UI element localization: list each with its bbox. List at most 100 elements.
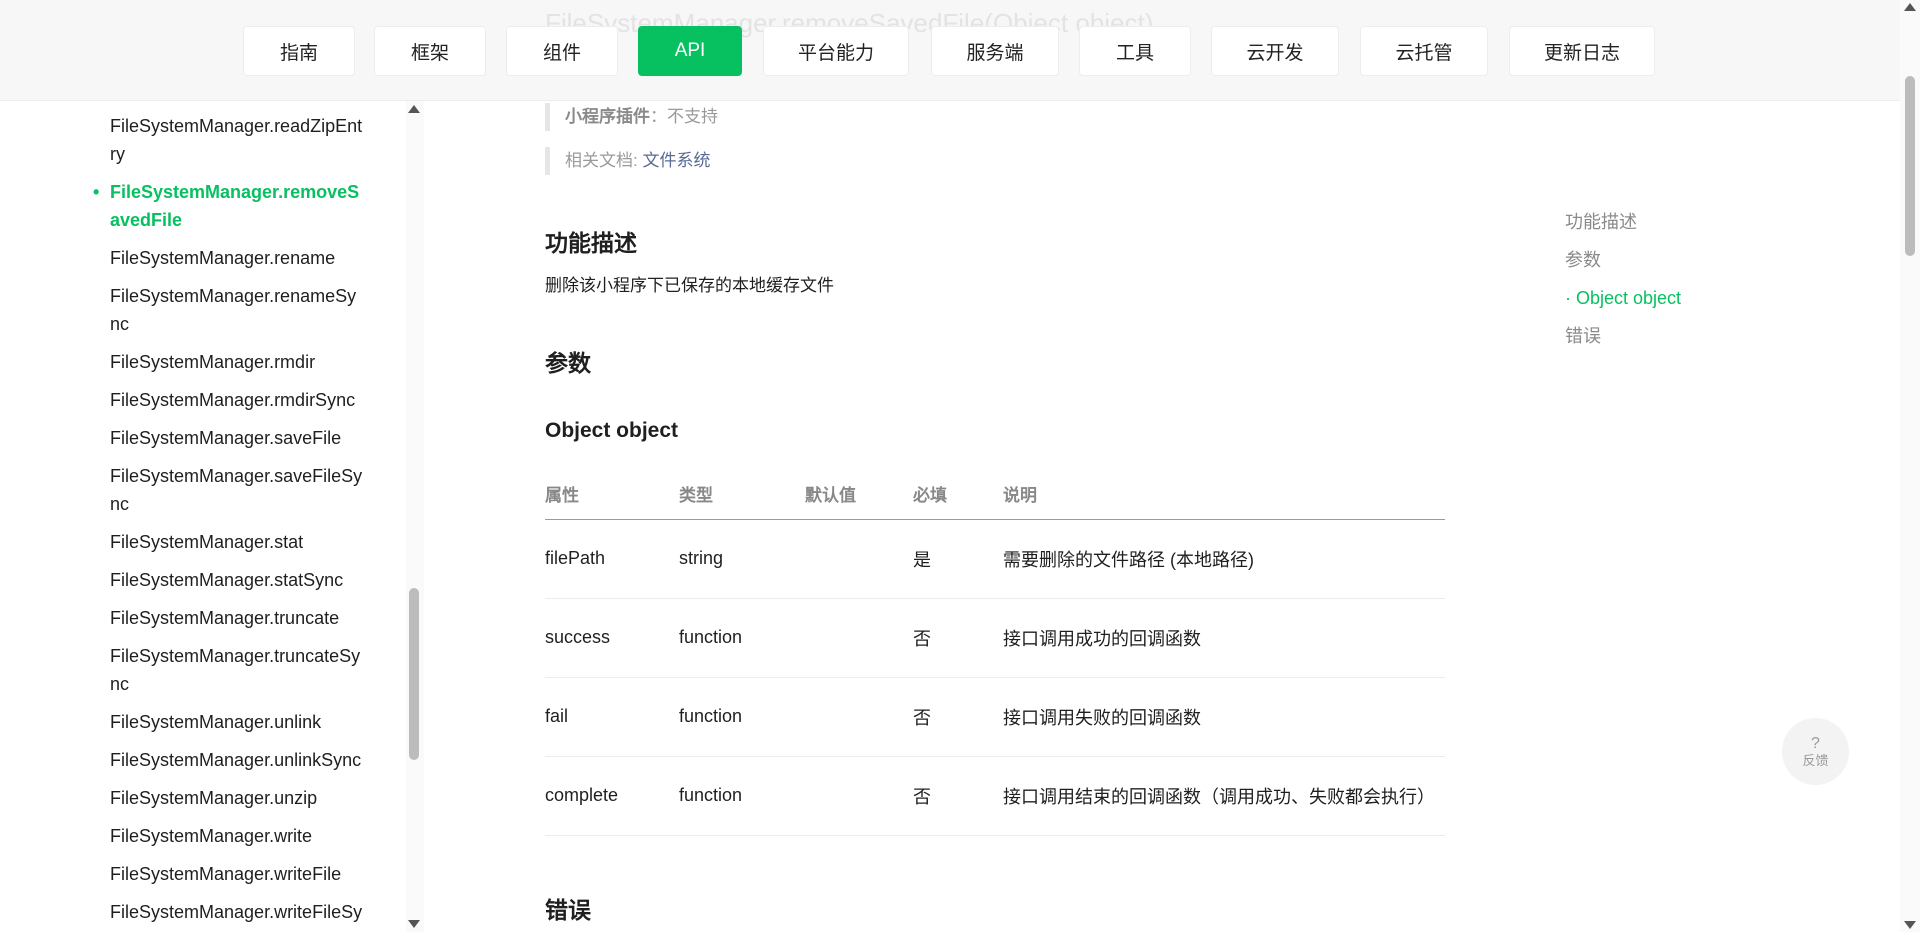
plugin-support-value: 不支持 <box>667 107 718 126</box>
feedback-button[interactable]: ? 反馈 <box>1782 718 1849 785</box>
section-title-description: 功能描述 <box>545 230 637 256</box>
sidebar-item-label: FileSystemManager.unlinkSync <box>110 750 362 770</box>
cell-type: function <box>679 677 805 757</box>
sidebar-scroll-thumb[interactable] <box>409 588 419 760</box>
sidebar-item-label: FileSystemManager.truncateSync <box>110 646 361 694</box>
sidebar-item-renamesync[interactable]: FileSystemManager.renameSync <box>0 282 380 338</box>
sidebar-item-label: FileSystemManager.unzip <box>110 788 318 808</box>
sidebar-item-label: FileSystemManager.saveFileSync <box>110 466 363 514</box>
active-bullet: • <box>93 182 100 202</box>
sidebar-item-stat[interactable]: FileSystemManager.stat <box>0 528 380 556</box>
nav-tab-api[interactable]: API <box>638 26 742 76</box>
related-docs-note: 相关文档: 文件系统 <box>545 147 710 175</box>
sidebar-item-unlink[interactable]: FileSystemManager.unlink <box>0 708 380 736</box>
sidebar-item-rmdir[interactable]: FileSystemManager.rmdir <box>0 348 380 376</box>
nav-tab-components[interactable]: 组件 <box>506 26 618 76</box>
sidebar-item-label: FileSystemManager.readZipEntry <box>110 116 363 164</box>
toc-item-parameters[interactable]: 参数 <box>1565 246 1765 284</box>
cell-property: success <box>545 598 679 678</box>
sidebar-item-label: FileSystemManager.rmdir <box>110 352 316 372</box>
sidebar-item-unlinksync[interactable]: FileSystemManager.unlinkSync <box>0 746 380 774</box>
sidebar-item-readzipentry[interactable]: FileSystemManager.readZipEntry <box>0 112 380 168</box>
sidebar-list: FileSystemManager.readZipEntry • FileSyst… <box>0 112 380 932</box>
sidebar-item-label: FileSystemManager.renameSync <box>110 286 357 334</box>
cell-required: 否 <box>913 598 1003 678</box>
toc-item-errors[interactable]: 错误 <box>1565 322 1765 360</box>
sidebar-item-statsync[interactable]: FileSystemManager.statSync <box>0 566 380 594</box>
nav-tab-framework[interactable]: 框架 <box>374 26 486 76</box>
api-sidebar: FileSystemManager.readZipEntry • FileSyst… <box>0 101 424 932</box>
sidebar-scrollbar[interactable] <box>406 101 424 932</box>
cell-description: 接口调用结束的回调函数（调用成功、失败都会执行） <box>1003 756 1445 836</box>
cell-type: string <box>679 519 805 599</box>
cell-description: 接口调用成功的回调函数 <box>1003 598 1445 678</box>
page-scroll-thumb[interactable] <box>1905 76 1915 256</box>
cell-default <box>805 598 913 678</box>
table-row: fail function 否 接口调用失败的回调函数 <box>545 677 1445 757</box>
section-title-parameters: 参数 <box>545 350 591 376</box>
nav-tab-changelog[interactable]: 更新日志 <box>1509 26 1655 76</box>
nav-tab-guide[interactable]: 指南 <box>243 26 355 76</box>
toc-item-object-object[interactable]: · Object object <box>1565 284 1765 322</box>
sidebar-item-writefilesync[interactable]: FileSystemManager.writeFileSync <box>0 898 380 932</box>
cell-description: 接口调用失败的回调函数 <box>1003 677 1445 757</box>
page-scroll-down-icon[interactable] <box>1904 921 1916 929</box>
question-mark-icon: ? <box>1811 734 1820 752</box>
sidebar-item-savefile[interactable]: FileSystemManager.saveFile <box>0 424 380 452</box>
table-row: complete function 否 接口调用结束的回调函数（调用成功、失败都… <box>545 756 1445 836</box>
cell-description: 需要删除的文件路径 (本地路径) <box>1003 519 1445 599</box>
sidebar-item-unzip[interactable]: FileSystemManager.unzip <box>0 784 380 812</box>
top-nav-bar: FileSystemManager.removeSavedFile(Object… <box>0 0 1900 101</box>
page-scroll-up-icon[interactable] <box>1904 3 1916 11</box>
sidebar-item-removesavedfile[interactable]: • FileSystemManager.removeSavedFile <box>0 178 380 234</box>
sidebar-item-truncatesync[interactable]: FileSystemManager.truncateSync <box>0 642 380 698</box>
sidebar-item-label: FileSystemManager.write <box>110 826 313 846</box>
sidebar-scroll-down-icon[interactable] <box>408 920 420 928</box>
cell-required: 是 <box>913 519 1003 599</box>
nav-tab-cloud-hosting[interactable]: 云托管 <box>1360 26 1488 76</box>
cell-type: function <box>679 756 805 836</box>
sidebar-item-label: FileSystemManager.stat <box>110 532 304 552</box>
sidebar-item-rmdirsync[interactable]: FileSystemManager.rmdirSync <box>0 386 380 414</box>
cell-type: function <box>679 598 805 678</box>
plugin-support-label: 小程序插件 <box>565 107 650 126</box>
sidebar-scroll-up-icon[interactable] <box>408 105 420 113</box>
sidebar-item-rename[interactable]: FileSystemManager.rename <box>0 244 380 272</box>
column-header-default: 默认值 <box>805 469 913 520</box>
sidebar-item-write[interactable]: FileSystemManager.write <box>0 822 380 850</box>
sidebar-item-label: FileSystemManager.writeFileSync <box>110 902 363 932</box>
sidebar-item-label: FileSystemManager.truncate <box>110 608 340 628</box>
sidebar-item-label: FileSystemManager.statSync <box>110 570 344 590</box>
cell-property: filePath <box>545 519 679 599</box>
related-docs-label: 相关文档: <box>565 151 643 170</box>
cell-required: 否 <box>913 756 1003 836</box>
nav-tab-cloud-development[interactable]: 云开发 <box>1211 26 1339 76</box>
sidebar-item-savefilesync[interactable]: FileSystemManager.saveFileSync <box>0 462 380 518</box>
cell-default <box>805 519 913 599</box>
nav-tab-platform-capabilities[interactable]: 平台能力 <box>763 26 909 76</box>
sidebar-item-label: FileSystemManager.saveFile <box>110 428 342 448</box>
sidebar-item-label: FileSystemManager.removeSavedFile <box>110 182 360 230</box>
object-parameter-title: Object object <box>545 419 679 442</box>
table-header-row: 属性 类型 默认值 必填 说明 <box>545 469 1445 520</box>
sidebar-item-truncate[interactable]: FileSystemManager.truncate <box>0 604 380 632</box>
sidebar-item-label: FileSystemManager.unlink <box>110 712 322 732</box>
cell-default <box>805 677 913 757</box>
cell-default <box>805 756 913 836</box>
sidebar-item-label: FileSystemManager.rename <box>110 248 336 268</box>
section-title-errors: 错误 <box>545 897 591 923</box>
feedback-label: 反馈 <box>1802 752 1829 768</box>
cell-property: complete <box>545 756 679 836</box>
nav-tab-tools[interactable]: 工具 <box>1079 26 1191 76</box>
column-header-type: 类型 <box>679 469 805 520</box>
toc-item-description[interactable]: 功能描述 <box>1565 208 1765 246</box>
plugin-support-note: 小程序插件：不支持 <box>545 103 718 131</box>
sidebar-item-writefile[interactable]: FileSystemManager.writeFile <box>0 860 380 888</box>
cell-required: 否 <box>913 677 1003 757</box>
sidebar-item-label: FileSystemManager.writeFile <box>110 864 342 884</box>
sidebar-item-label: FileSystemManager.rmdirSync <box>110 390 356 410</box>
column-header-description: 说明 <box>1003 469 1445 520</box>
related-docs-link[interactable]: 文件系统 <box>642 151 710 170</box>
nav-tab-server[interactable]: 服务端 <box>931 26 1059 76</box>
plugin-support-separator: ： <box>650 107 667 126</box>
